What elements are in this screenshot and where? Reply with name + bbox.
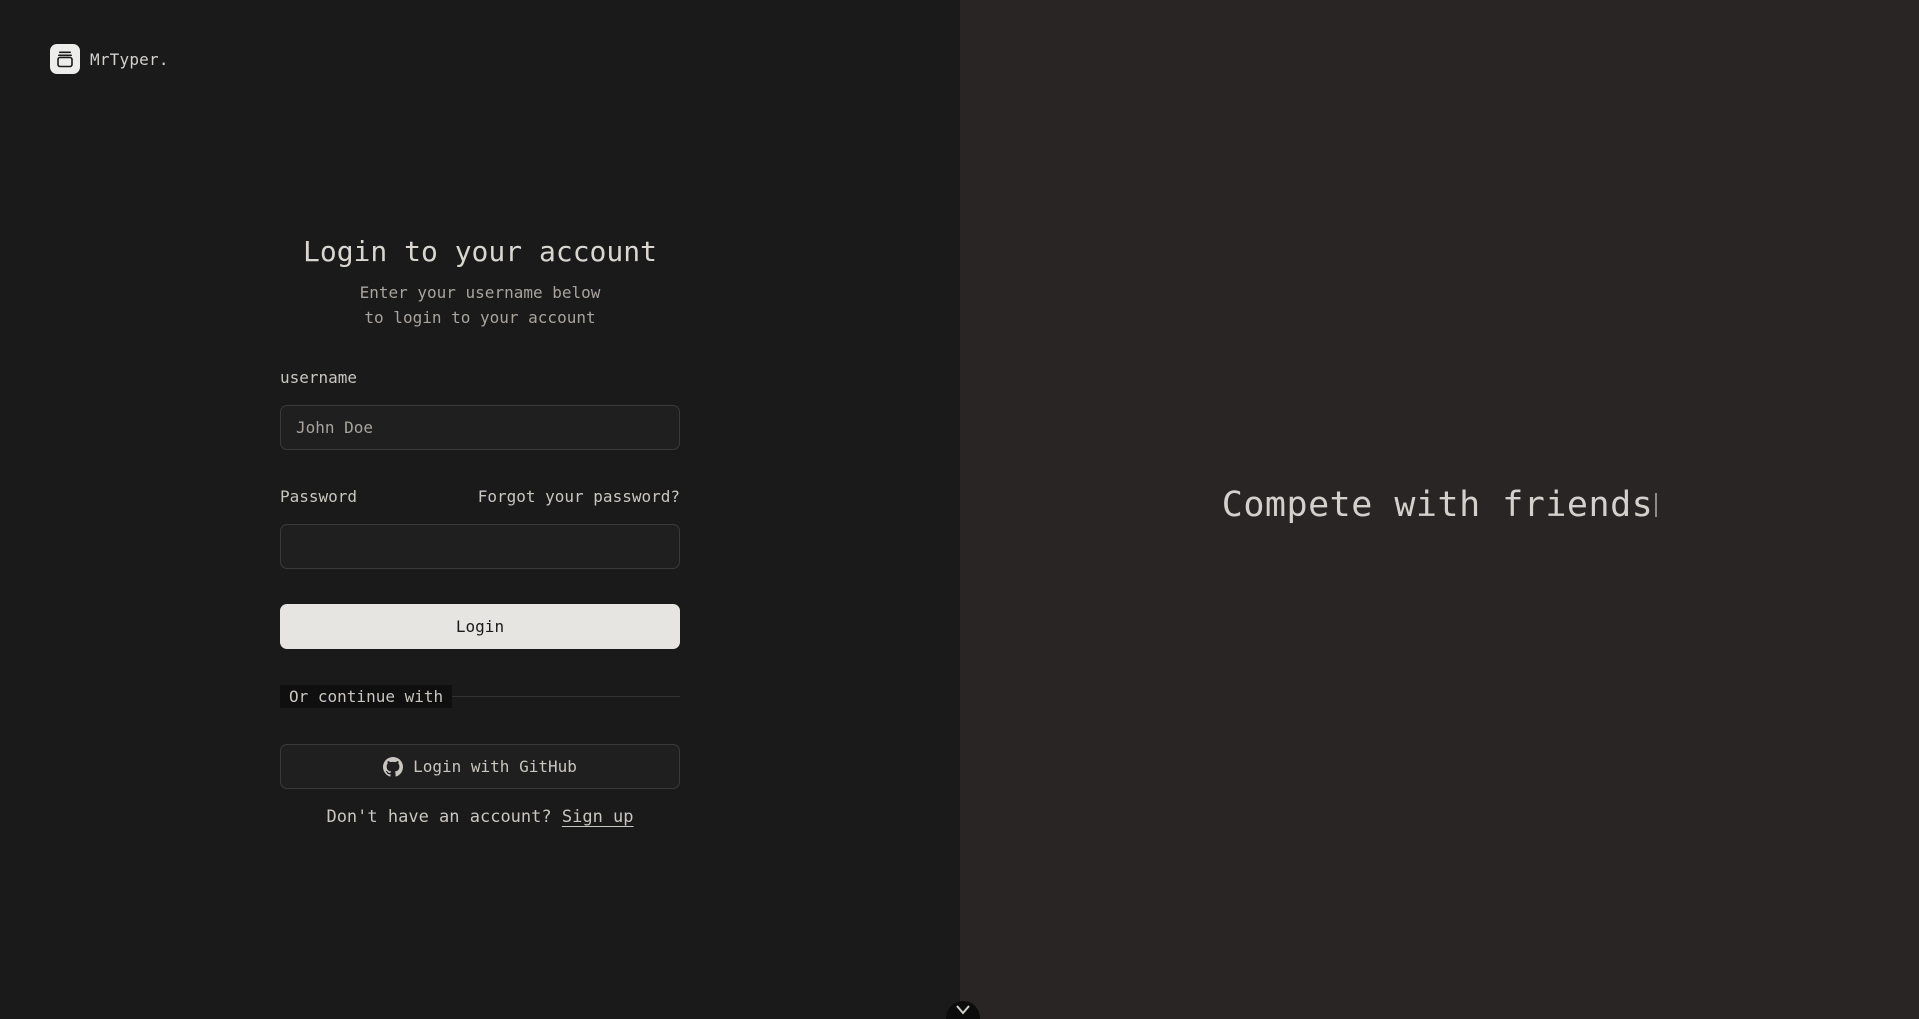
typing-caret — [1655, 492, 1658, 517]
continue-divider: Or continue with — [280, 684, 680, 708]
subtitle-line-2: to login to your account — [364, 308, 596, 327]
signup-prompt: Don't have an account? — [326, 807, 552, 827]
signup-link[interactable]: Sign up — [562, 807, 634, 827]
username-group: username — [280, 368, 680, 450]
stack-icon — [50, 44, 80, 74]
page-title: Login to your account — [302, 235, 657, 268]
hero-panel: Compete with friends — [960, 0, 1919, 1019]
username-label: username — [280, 368, 358, 387]
signup-row: Don't have an account? Sign up — [280, 807, 680, 827]
chevron-down-icon — [956, 1005, 970, 1015]
divider-text: Or continue with — [280, 684, 453, 708]
login-panel: MrTyper. Login to your account Enter you… — [0, 0, 960, 1019]
brand[interactable]: MrTyper. — [50, 44, 169, 74]
login-button[interactable]: Login — [280, 604, 680, 649]
github-login-label: Login with GitHub — [413, 757, 577, 776]
tagline-text: Compete with friends — [1221, 484, 1654, 525]
login-form: Login to your account Enter your usernam… — [280, 235, 680, 827]
forgot-password-link[interactable]: Forgot your password? — [478, 487, 680, 506]
password-label: Password — [280, 487, 358, 506]
subtitle-line-1: Enter your username below — [359, 283, 601, 302]
github-icon — [383, 756, 404, 777]
password-input[interactable] — [280, 524, 680, 569]
password-label-row: Password Forgot your password? — [280, 487, 680, 506]
username-input[interactable] — [280, 405, 680, 450]
github-login-button[interactable]: Login with GitHub — [280, 744, 680, 789]
password-group: Password Forgot your password? — [280, 487, 680, 569]
hero-tagline: Compete with friends — [1221, 484, 1658, 525]
page-subtitle: Enter your username below to login to yo… — [280, 280, 680, 330]
login-page: MrTyper. Login to your account Enter you… — [0, 0, 1919, 1019]
brand-name: MrTyper. — [90, 49, 169, 69]
